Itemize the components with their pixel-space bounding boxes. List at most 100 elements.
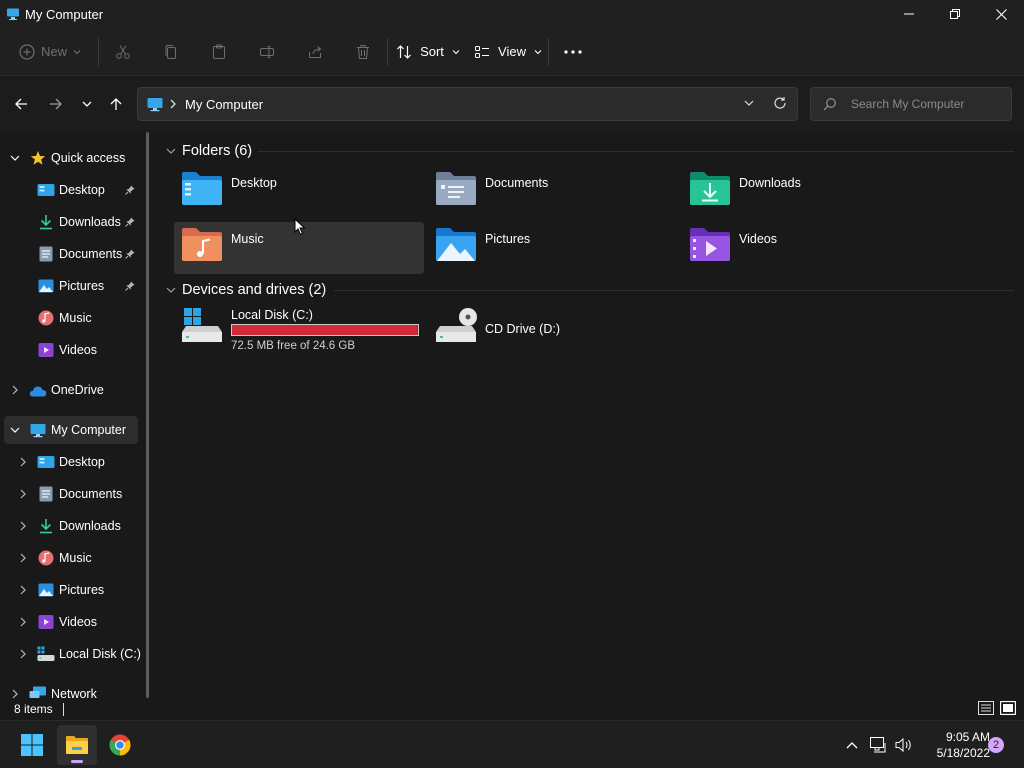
- clock-time: 9:05 AM: [945, 730, 990, 744]
- folder-tile-desktop[interactable]: Desktop: [174, 166, 424, 218]
- chevron-down-icon: [73, 49, 81, 54]
- sidebar-item-label: Pictures: [59, 583, 105, 597]
- folder-tile-pictures[interactable]: Pictures: [428, 222, 678, 274]
- sidebar-item-downloads[interactable]: Downloads: [0, 208, 140, 236]
- drive-icon: [37, 645, 55, 663]
- drive-usage-bar: [231, 324, 419, 336]
- tiles-view-button[interactable]: [999, 700, 1017, 716]
- breadcrumb[interactable]: My Computer: [185, 97, 263, 112]
- sidebar-item-network[interactable]: Network: [0, 680, 140, 700]
- show-hidden-icons-button[interactable]: [842, 733, 862, 757]
- sidebar-item-mc-music[interactable]: Music: [0, 544, 140, 572]
- desktop-icon: [37, 453, 55, 471]
- view-button[interactable]: View: [468, 36, 548, 68]
- recent-locations-button[interactable]: [75, 92, 99, 116]
- start-button[interactable]: [12, 725, 52, 765]
- taskbar-chrome[interactable]: [100, 725, 140, 765]
- chevron-right-icon[interactable]: [17, 520, 29, 532]
- chevron-right-icon[interactable]: [17, 552, 29, 564]
- sidebar-item-onedrive[interactable]: OneDrive: [0, 376, 140, 404]
- tiles-view-icon: [1000, 701, 1016, 715]
- search-input[interactable]: [851, 97, 1011, 111]
- sidebar-item-mc-desktop[interactable]: Desktop: [0, 448, 140, 476]
- chevron-down-icon[interactable]: [9, 152, 21, 164]
- cut-button[interactable]: [99, 36, 147, 68]
- chevron-right-icon[interactable]: [17, 648, 29, 660]
- chevron-right-icon[interactable]: [17, 456, 29, 468]
- chevron-right-icon[interactable]: [17, 616, 29, 628]
- drive-tile-cd-drive[interactable]: CD Drive (D:): [428, 308, 678, 360]
- pin-icon: [125, 249, 135, 259]
- up-button[interactable]: [104, 92, 128, 116]
- delete-icon: [357, 44, 369, 59]
- videos-folder-icon: [690, 228, 730, 261]
- devices-group-header[interactable]: Devices and drives (2): [166, 279, 326, 301]
- copy-button[interactable]: [147, 36, 195, 68]
- status-bar: 8 items: [0, 698, 1024, 720]
- sort-button[interactable]: Sort: [388, 36, 468, 68]
- sidebar-item-videos[interactable]: Videos: [0, 336, 140, 364]
- close-button[interactable]: [978, 0, 1024, 28]
- rename-button[interactable]: [243, 36, 291, 68]
- chevron-down-icon[interactable]: [9, 424, 21, 436]
- file-explorer-icon: [66, 736, 88, 754]
- folder-tile-downloads[interactable]: Downloads: [682, 166, 932, 218]
- desktop-icon: [37, 181, 55, 199]
- sidebar-item-pictures[interactable]: Pictures: [0, 272, 140, 300]
- sidebar-item-label: My Computer: [51, 423, 127, 437]
- folder-tile-documents[interactable]: Documents: [428, 166, 678, 218]
- more-options-button[interactable]: [549, 36, 597, 68]
- sidebar-item-quick-access[interactable]: Quick access: [0, 144, 140, 172]
- folder-tile-videos[interactable]: Videos: [682, 222, 932, 274]
- plus-circle-icon: [19, 43, 35, 60]
- tile-label: Music: [231, 232, 264, 246]
- drive-tile-local-disk[interactable]: Local Disk (C:) 72.5 MB free of 24.6 GB: [174, 308, 424, 360]
- view-label: View: [498, 44, 526, 59]
- sidebar-item-music[interactable]: Music: [0, 304, 140, 332]
- minimize-button[interactable]: [886, 0, 932, 28]
- sidebar-item-mc-documents[interactable]: Documents: [0, 480, 140, 508]
- drive-label: Local Disk (C:): [231, 308, 313, 322]
- group-label: Folders (6): [182, 143, 253, 159]
- sidebar-item-documents[interactable]: Documents: [0, 240, 140, 268]
- sidebar-item-mc-videos[interactable]: Videos: [0, 608, 140, 636]
- forward-button[interactable]: [44, 92, 68, 116]
- back-button[interactable]: [9, 92, 33, 116]
- refresh-icon[interactable]: [773, 96, 787, 110]
- content-pane: Folders (6) Desktop Documents Downloads …: [158, 132, 1024, 700]
- folders-group-header[interactable]: Folders (6): [166, 140, 252, 162]
- restore-button[interactable]: [932, 0, 978, 28]
- ethernet-icon: [870, 737, 886, 753]
- sidebar-item-label: OneDrive: [51, 383, 104, 397]
- sidebar-item-desktop[interactable]: Desktop: [0, 176, 140, 204]
- tile-label: Documents: [485, 176, 549, 190]
- search-box[interactable]: [810, 87, 1012, 121]
- new-button[interactable]: New: [14, 36, 86, 68]
- chevron-right-icon[interactable]: [17, 584, 29, 596]
- chevron-right-icon[interactable]: [17, 488, 29, 500]
- sidebar-item-label: Downloads: [59, 215, 121, 229]
- paste-button[interactable]: [195, 36, 243, 68]
- copy-icon: [165, 44, 176, 59]
- sidebar-item-mc-local-disk[interactable]: Local Disk (C:): [0, 640, 141, 668]
- music-icon: [37, 549, 55, 567]
- network-status-button[interactable]: [869, 733, 889, 757]
- sidebar-scrollbar[interactable]: [146, 132, 149, 698]
- chevron-down-icon[interactable]: [743, 97, 755, 109]
- paste-icon: [213, 44, 225, 59]
- sidebar-item-mc-downloads[interactable]: Downloads: [0, 512, 140, 540]
- address-bar[interactable]: My Computer: [137, 87, 798, 121]
- clock[interactable]: 9:05 AM 5/18/2022: [918, 729, 990, 761]
- taskbar-file-explorer[interactable]: [57, 725, 97, 765]
- delete-button[interactable]: [339, 36, 387, 68]
- chevron-right-icon[interactable]: [9, 384, 21, 396]
- share-button[interactable]: [291, 36, 339, 68]
- documents-folder-icon: [436, 172, 476, 205]
- sidebar-item-my-computer[interactable]: My Computer: [4, 416, 138, 444]
- details-view-button[interactable]: [977, 700, 995, 716]
- drive-free-space: 72.5 MB free of 24.6 GB: [231, 340, 356, 352]
- notification-badge[interactable]: 2: [988, 737, 1004, 753]
- sidebar-item-mc-pictures[interactable]: Pictures: [0, 576, 140, 604]
- volume-button[interactable]: [894, 733, 914, 757]
- sort-icon: [397, 44, 412, 59]
